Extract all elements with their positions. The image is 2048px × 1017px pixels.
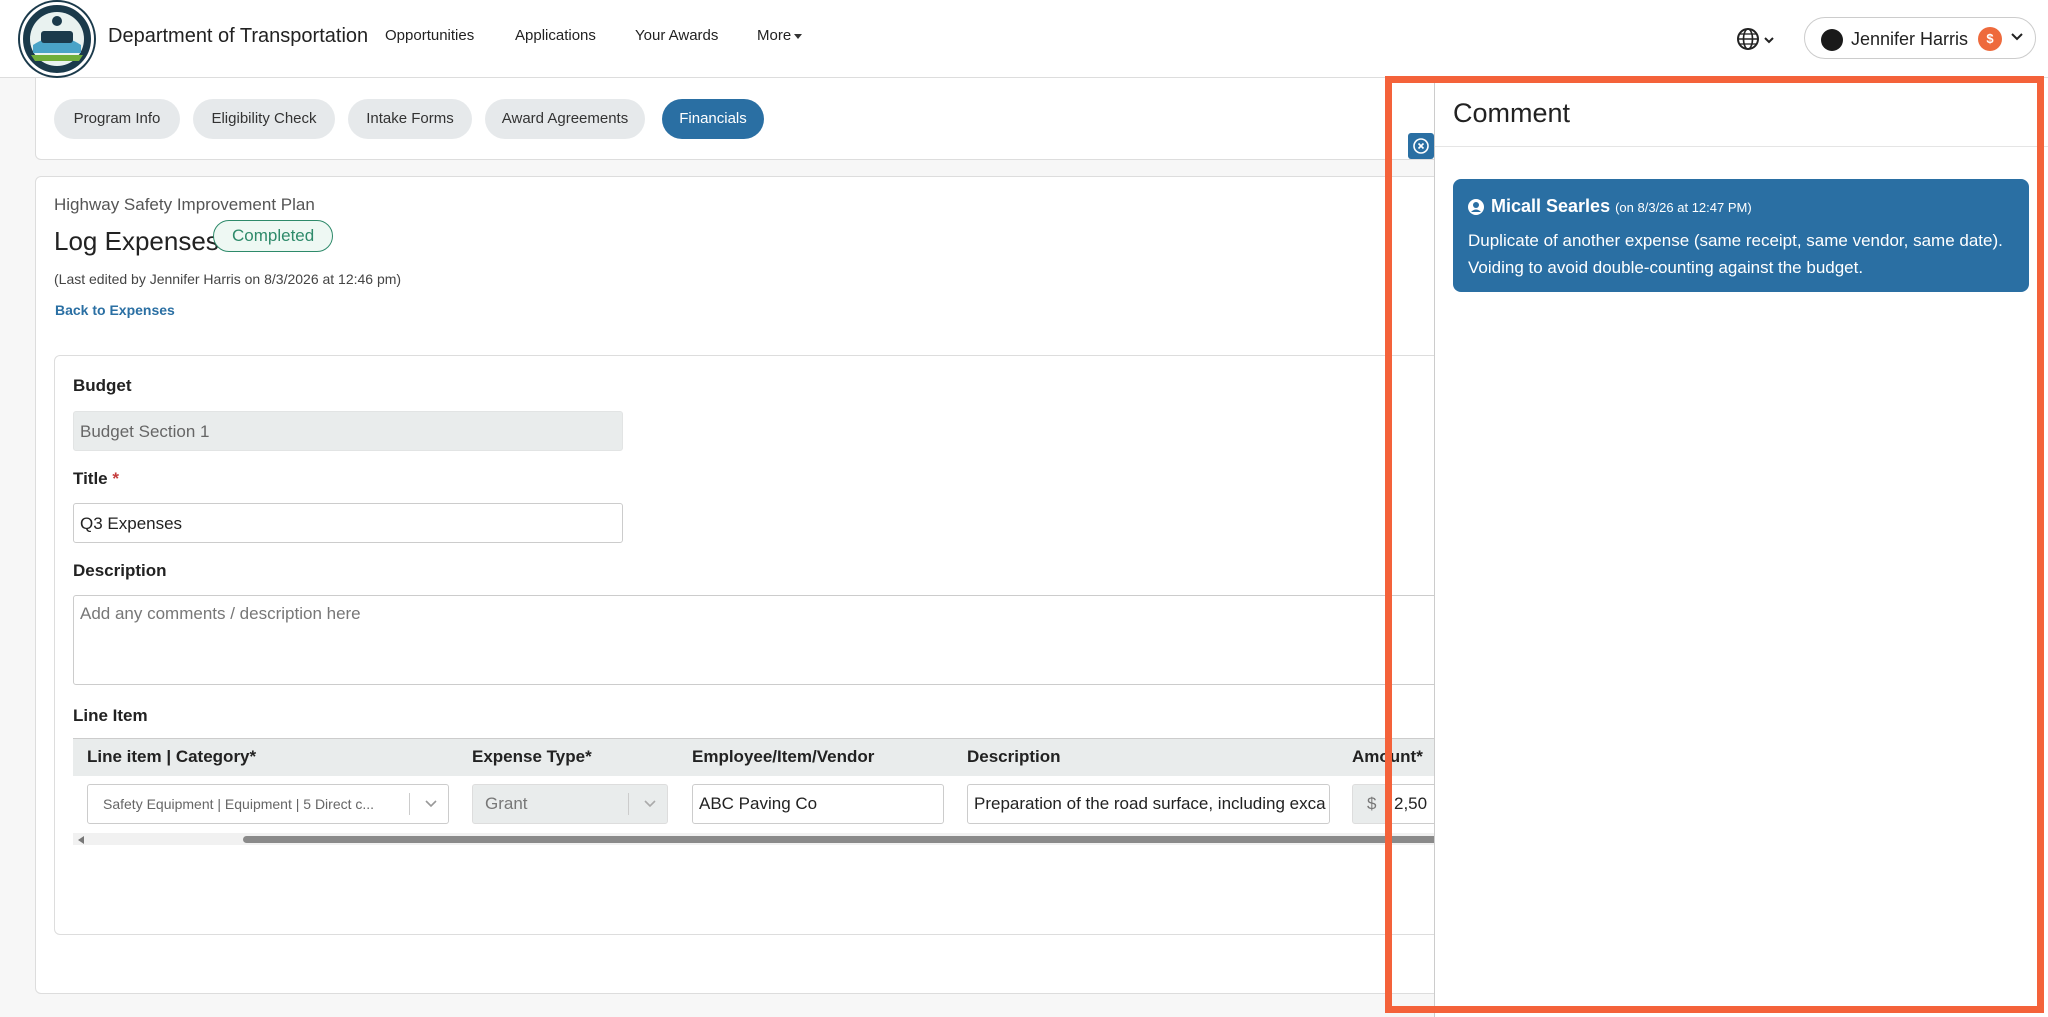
comment-author-line: Micall Searles (on 8/3/26 at 12:47 PM) (1491, 196, 1752, 217)
close-circle-icon (1413, 138, 1429, 154)
caret-down-icon (794, 33, 803, 39)
currency-badge-icon: $ (1978, 27, 2002, 51)
expense-card: Highway Safety Improvement Plan Log Expe… (35, 176, 1465, 994)
avatar (1821, 29, 1843, 51)
select-divider (409, 793, 410, 815)
description-label: Description (73, 561, 167, 580)
category-value: Safety Equipment | Equipment | 5 Direct … (103, 796, 375, 812)
col-header-expense-type: Expense Type* (472, 747, 592, 766)
user-menu-button[interactable]: Jennifer Harris $ (1804, 17, 2036, 59)
nav-your-awards[interactable]: Your Awards (635, 27, 718, 44)
expense-form: Budget Budget Section 1 Title * Q3 Expen… (54, 355, 1455, 935)
comment-panel: Comment Micall Searles (on 8/3/26 at 12:… (1434, 78, 2048, 1017)
back-to-expenses-link[interactable]: Back to Expenses (55, 302, 175, 318)
line-description-field[interactable]: Preparation of the road surface, includi… (967, 784, 1330, 824)
nav-applications[interactable]: Applications (515, 27, 596, 44)
col-header-amount: Amount* (1352, 747, 1423, 766)
title-field[interactable]: Q3 Expenses (73, 503, 623, 543)
currency-prefix: $ (1352, 784, 1388, 824)
panel-divider (1435, 146, 2048, 147)
language-selector[interactable] (1736, 26, 1780, 52)
tab-program-info[interactable]: Program Info (54, 99, 180, 139)
status-badge: Completed (213, 220, 334, 252)
line-item-table-header: Line item | Category* Expense Type* Empl… (73, 738, 1455, 776)
expense-type-value: Grant (485, 794, 528, 813)
description-field[interactable]: Add any comments / description here (73, 595, 1443, 685)
comment-date: (on 8/3/26 at 12:47 PM) (1615, 200, 1752, 215)
expense-type-select[interactable]: Grant (472, 784, 668, 824)
scrollbar-thumb[interactable] (243, 836, 1455, 843)
last-edited-text: (Last edited by Jennifer Harris on 8/3/2… (54, 271, 402, 287)
top-navbar: Department of Transportation Opportuniti… (0, 0, 2048, 78)
col-header-vendor: Employee/Item/Vendor (692, 747, 875, 766)
tab-award-agreements[interactable]: Award Agreements (485, 99, 645, 139)
table-horizontal-scrollbar[interactable] (73, 833, 1455, 845)
comment-panel-title: Comment (1453, 98, 1571, 128)
chevron-down-icon (2011, 33, 2023, 41)
required-marker: * (112, 469, 119, 488)
col-header-description: Description (967, 747, 1061, 766)
vendor-field[interactable]: ABC Paving Co (692, 784, 944, 824)
comment-author: Micall Searles (1491, 196, 1611, 216)
department-logo[interactable] (20, 2, 94, 76)
nav-opportunities[interactable]: Opportunities (385, 27, 474, 44)
comment-bubble: Micall Searles (on 8/3/26 at 12:47 PM) D… (1453, 179, 2029, 292)
category-select[interactable]: Safety Equipment | Equipment | 5 Direct … (87, 784, 449, 824)
user-name: Jennifer Harris (1851, 29, 1969, 49)
budget-label: Budget (73, 376, 132, 395)
nav-more-label: More (757, 27, 792, 44)
tab-eligibility-check[interactable]: Eligibility Check (193, 99, 335, 139)
user-circle-icon (1468, 199, 1484, 215)
tab-financials[interactable]: Financials (662, 99, 764, 139)
nav-more-dropdown[interactable]: More (757, 27, 803, 44)
scroll-left-icon[interactable] (78, 836, 84, 844)
title-label: Title * (73, 469, 119, 489)
page-title: Log Expenses (54, 226, 219, 256)
program-name: Highway Safety Improvement Plan (54, 195, 315, 214)
comment-text: Duplicate of another expense (same recei… (1468, 231, 2003, 277)
chevron-down-icon (644, 800, 656, 808)
tabs-bar: Program Info Eligibility Check Intake Fo… (35, 78, 1465, 160)
chevron-down-icon (425, 800, 437, 808)
globe-icon (1737, 28, 1774, 50)
line-item-label: Line Item (73, 706, 148, 725)
title-label-text: Title (73, 469, 108, 488)
brand-title[interactable]: Department of Transportation (108, 25, 368, 48)
tab-intake-forms[interactable]: Intake Forms (348, 99, 472, 139)
budget-field[interactable]: Budget Section 1 (73, 411, 623, 451)
select-divider (628, 793, 629, 815)
col-header-category: Line item | Category* (87, 747, 257, 766)
close-comment-panel-button[interactable] (1408, 133, 1434, 159)
